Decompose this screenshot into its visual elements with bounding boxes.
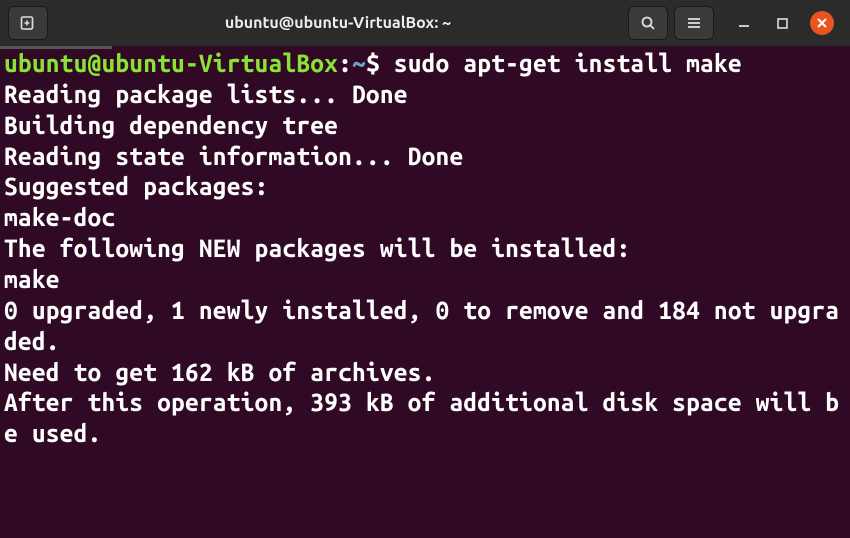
prompt-user-host: ubuntu@ubuntu-VirtualBox (4, 49, 338, 77)
search-button[interactable] (628, 6, 668, 40)
output-line: The following NEW packages will be insta… (4, 234, 630, 262)
output-line: After this operation, 393 kB of addition… (4, 388, 839, 447)
prompt-separator: : (338, 49, 352, 77)
prompt-command (380, 49, 394, 77)
close-button[interactable] (810, 11, 834, 35)
maximize-button[interactable] (772, 13, 792, 33)
prompt-symbol: $ (366, 49, 380, 77)
output-line: Reading package lists... Done (4, 80, 408, 108)
window-controls (734, 11, 834, 35)
maximize-icon (776, 17, 789, 30)
titlebar-left (8, 6, 48, 40)
output-line: make-doc (4, 203, 115, 231)
output-line: Building dependency tree (4, 111, 338, 139)
close-icon (816, 17, 828, 29)
titlebar-right (628, 6, 842, 40)
new-tab-button[interactable] (8, 6, 48, 40)
terminal-body[interactable]: ubuntu@ubuntu-VirtualBox:~$ sudo apt-get… (0, 46, 850, 453)
output-line: Need to get 162 kB of archives. (4, 358, 436, 386)
new-tab-icon (19, 14, 37, 32)
output-line: 0 upgraded, 1 newly installed, 0 to remo… (4, 296, 839, 355)
minimize-icon (737, 16, 751, 30)
minimize-button[interactable] (734, 13, 754, 33)
tab-indicator (0, 46, 112, 49)
menu-button[interactable] (674, 6, 714, 40)
command-text: sudo apt-get install make (394, 49, 742, 77)
search-icon (640, 15, 656, 31)
window-titlebar: ubuntu@ubuntu-VirtualBox: ~ (0, 0, 850, 46)
window-title: ubuntu@ubuntu-VirtualBox: ~ (54, 14, 622, 32)
hamburger-icon (686, 15, 702, 31)
prompt-path: ~ (352, 49, 366, 77)
output-line: Suggested packages: (4, 172, 268, 200)
output-line: make (4, 265, 60, 293)
output-line: Reading state information... Done (4, 142, 463, 170)
